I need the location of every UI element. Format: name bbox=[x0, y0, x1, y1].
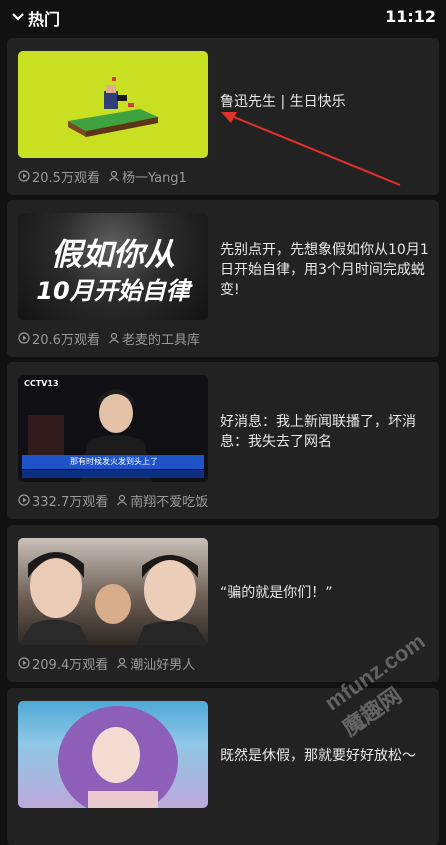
annotation-arrow-icon bbox=[221, 112, 401, 186]
news-banner: 那有时候发火发到头上了 bbox=[22, 455, 204, 469]
user-icon bbox=[117, 657, 128, 669]
video-card[interactable]: “骗的就是你们！” 209.4万观看 潮汕好男人 bbox=[7, 525, 439, 682]
author-link[interactable]: 老麦的工具库 bbox=[108, 329, 200, 348]
page-title: 热门 bbox=[28, 10, 61, 29]
video-card[interactable]: CCTV13 那有时候发火发到头上了 好消息：我上新闻联播了，坏消息：我失去了网… bbox=[7, 362, 439, 519]
video-thumbnail[interactable] bbox=[18, 51, 208, 158]
video-title[interactable]: 好消息：我上新闻联播了，坏消息：我失去了网名 bbox=[220, 412, 430, 452]
author-link[interactable]: 潮汕好男人 bbox=[116, 654, 195, 673]
video-card[interactable]: 既然是休假，那就要好好放松～ bbox=[7, 688, 439, 845]
author-name: 南翔不爱吃饭 bbox=[130, 494, 209, 510]
header-bar: 热门 11:12 bbox=[0, 0, 446, 34]
video-title[interactable]: 既然是休假，那就要好好放松～ bbox=[220, 746, 430, 766]
video-card[interactable]: 假如你从 10月开始自律 先别点开，先想象假如你从10月1日开始自律，用3个月时… bbox=[7, 200, 439, 357]
user-icon bbox=[108, 332, 119, 344]
view-count: 332.7万观看 bbox=[32, 494, 109, 510]
chevron-down-icon[interactable] bbox=[10, 9, 26, 25]
thumbnail-text-line-1: 假如你从 bbox=[51, 237, 175, 273]
video-thumbnail[interactable] bbox=[18, 538, 208, 645]
video-title[interactable]: “骗的就是你们！” bbox=[220, 583, 430, 603]
video-meta: 20.6万观看 老麦的工具库 bbox=[18, 328, 200, 348]
group-selfie-illustration bbox=[18, 552, 208, 645]
video-meta: 20.5万观看 杨一Yang1 bbox=[18, 166, 187, 186]
video-thumbnail[interactable] bbox=[18, 701, 208, 808]
view-count: 20.5万观看 bbox=[32, 170, 100, 186]
author-name: 潮汕好男人 bbox=[130, 657, 196, 673]
play-count-icon bbox=[18, 494, 30, 506]
author-link[interactable]: 南翔不爱吃饭 bbox=[116, 491, 208, 510]
user-icon bbox=[117, 494, 128, 506]
author-name: 老麦的工具库 bbox=[121, 332, 200, 348]
author-name: 杨一Yang1 bbox=[121, 170, 187, 186]
video-thumbnail[interactable]: CCTV13 那有时候发火发到头上了 bbox=[18, 375, 208, 482]
thumbnail-text-line-2: 10月开始自律 bbox=[36, 277, 190, 305]
clock: 11:12 bbox=[385, 7, 436, 26]
anime-girl-illustration bbox=[58, 706, 178, 808]
view-count: 209.4万观看 bbox=[32, 657, 109, 673]
video-thumbnail[interactable]: 假如你从 10月开始自律 bbox=[18, 213, 208, 320]
play-count-icon bbox=[18, 170, 30, 182]
play-count-icon bbox=[18, 657, 30, 669]
pixel-island-illustration bbox=[68, 77, 158, 137]
author-link[interactable]: 杨一Yang1 bbox=[108, 167, 187, 186]
user-icon bbox=[108, 170, 119, 182]
view-count: 20.6万观看 bbox=[32, 332, 100, 348]
news-ticker bbox=[22, 470, 204, 478]
video-feed: 鲁迅先生 | 生日快乐 20.5万观看 杨一Yang1 假如你从 10月开始自律… bbox=[0, 0, 446, 845]
play-count-icon bbox=[18, 332, 30, 344]
video-title[interactable]: 先别点开，先想象假如你从10月1日开始自律，用3个月时间完成蜕变! bbox=[220, 240, 430, 300]
video-meta: 332.7万观看 南翔不爱吃饭 bbox=[18, 490, 208, 510]
video-meta: 209.4万观看 潮汕好男人 bbox=[18, 653, 195, 673]
